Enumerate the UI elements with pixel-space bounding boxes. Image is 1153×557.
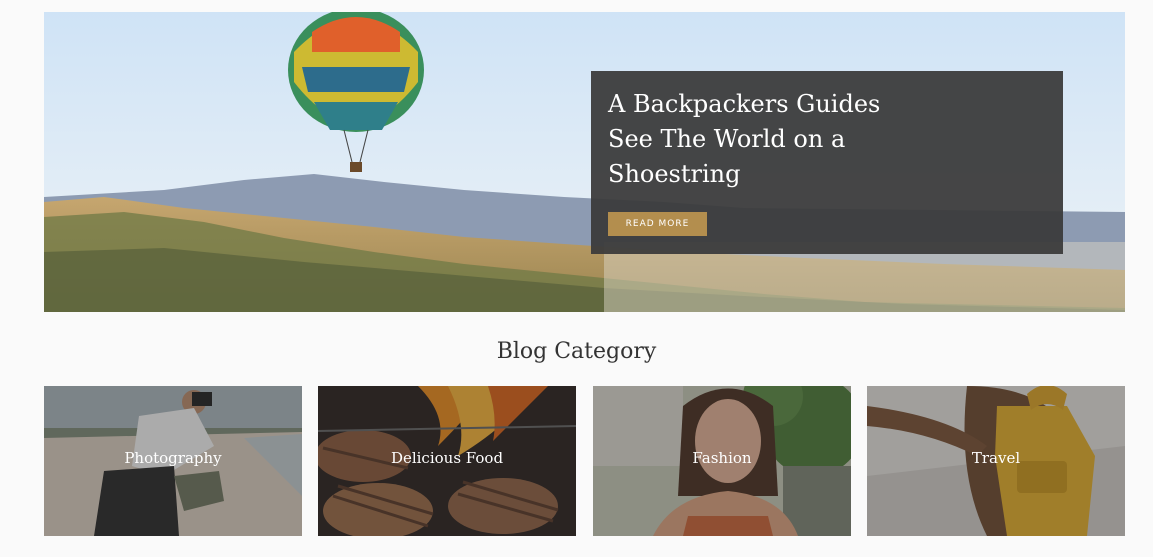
category-label-delicious-food: Delicious Food (390, 449, 504, 467)
blog-category-heading: Blog Category (496, 339, 657, 364)
category-card-travel[interactable]: Travel (867, 386, 1125, 536)
blog-category-grid: Photography Delicious Food Fashion Trave… (44, 386, 1125, 536)
category-label-travel: Travel (971, 449, 1021, 467)
featured-post-title[interactable]: A Backpackers Guides See The World on a … (608, 87, 898, 192)
read-more-button[interactable]: READ MORE (608, 212, 707, 236)
category-card-photography[interactable]: Photography (44, 386, 302, 536)
featured-post-card: A Backpackers Guides See The World on a … (591, 71, 1063, 254)
hero-banner: A Backpackers Guides See The World on a … (44, 12, 1125, 312)
category-label-photography: Photography (124, 449, 222, 467)
category-card-fashion[interactable]: Fashion (593, 386, 851, 536)
category-label-fashion: Fashion (692, 449, 752, 467)
category-card-delicious-food[interactable]: Delicious Food (318, 386, 576, 536)
